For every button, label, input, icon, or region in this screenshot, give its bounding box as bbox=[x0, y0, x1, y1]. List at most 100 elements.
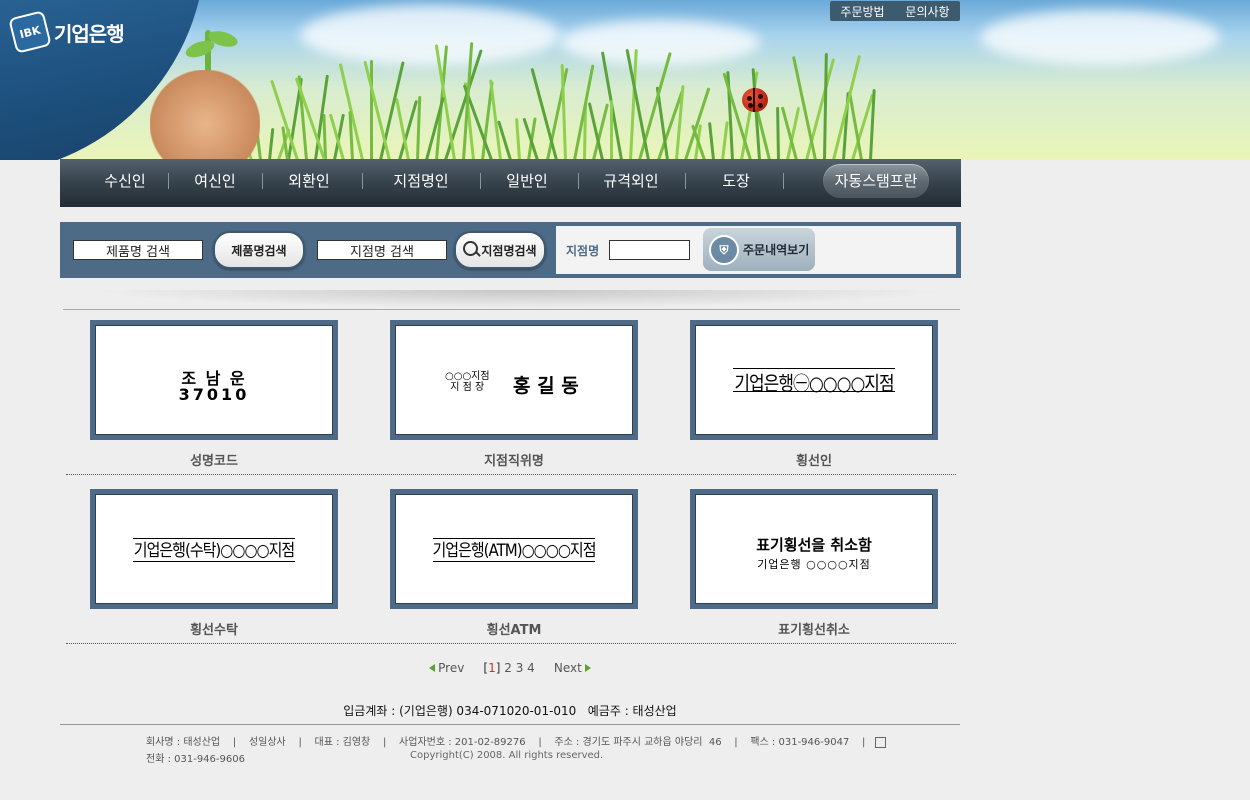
arrow-left-icon bbox=[429, 664, 436, 672]
branch-search-button[interactable]: 지점명검색 bbox=[454, 231, 546, 269]
branch-search-input[interactable] bbox=[317, 240, 447, 260]
prev-label: Prev bbox=[438, 661, 465, 675]
stamp-crossing-text: 기업은행(ATM)○○○○지점 bbox=[432, 539, 596, 561]
deposit-account-info: 입금계좌 : (기업은행) 034-071020-01-010 예금주 : 태성… bbox=[343, 704, 677, 718]
next-label: Next bbox=[553, 661, 582, 675]
product-card[interactable]: ○○○지점 지 점 장 홍 길 동 bbox=[390, 320, 638, 440]
order-method-link[interactable]: 주문방법 bbox=[840, 3, 884, 20]
grass-blade bbox=[268, 128, 275, 160]
nav-item-2[interactable]: 외환인 bbox=[280, 159, 338, 207]
page-links[interactable]: 2 3 4 bbox=[504, 661, 535, 675]
nav-separator bbox=[168, 173, 169, 189]
inquiry-link[interactable]: 문의사항 bbox=[905, 3, 949, 20]
branch-search-button-label: 지점명검색 bbox=[481, 243, 537, 258]
grass-blade bbox=[379, 61, 405, 160]
stamp-preview: 기업은행㊀○○○○지점 bbox=[695, 325, 933, 435]
nav-item-4[interactable]: 일반인 bbox=[498, 159, 556, 207]
product-label[interactable]: 횡선인 bbox=[690, 450, 938, 469]
product-card[interactable]: 기업은행㊀○○○○지점 bbox=[690, 320, 938, 440]
grass-blade bbox=[721, 121, 729, 160]
shield-icon: ⛨ bbox=[709, 234, 739, 265]
stamp-code: 37010 bbox=[178, 385, 250, 404]
grass-blade bbox=[515, 117, 521, 160]
stamp-preview: 조 남 운 37010 bbox=[95, 325, 333, 435]
grass-blade bbox=[610, 100, 613, 160]
grass-blade bbox=[489, 79, 502, 160]
nav-item-5[interactable]: 규격외인 bbox=[596, 159, 666, 207]
stamp-cancel-branch: 기업은행 ○○○○지점 bbox=[757, 558, 871, 571]
product-search-button[interactable]: 제품명검색 bbox=[213, 231, 305, 269]
arrow-right-icon bbox=[584, 664, 591, 672]
branch-name-input[interactable] bbox=[609, 240, 690, 260]
magnifier-icon bbox=[463, 240, 479, 256]
product-card[interactable]: 표기횡선을 취소함 기업은행 ○○○○지점 bbox=[690, 489, 938, 609]
product-label[interactable]: 지점직위명 bbox=[390, 450, 638, 469]
grass-blade bbox=[370, 60, 373, 160]
grass-blade bbox=[776, 106, 780, 160]
product-label[interactable]: 횡선ATM bbox=[390, 619, 638, 638]
prev-button[interactable]: Prev bbox=[429, 661, 468, 675]
row-divider bbox=[66, 643, 956, 644]
main-nav: 수신인 여신인 외환인 지점명인 일반인 규격외인 도장 자동스탬프란 bbox=[60, 159, 961, 207]
grass-blade bbox=[675, 85, 685, 160]
bank-logo[interactable]: IBK 기업은행 bbox=[8, 10, 125, 54]
cloud bbox=[560, 20, 760, 65]
nav-auto-stamp-button[interactable]: 자동스탬프란 bbox=[823, 164, 929, 198]
current-page[interactable]: 1 bbox=[488, 661, 496, 675]
nav-item-6[interactable]: 도장 bbox=[708, 159, 764, 207]
top-links: 주문방법 문의사항 bbox=[830, 1, 960, 21]
grass-blade bbox=[823, 52, 828, 160]
grass-blade bbox=[791, 56, 817, 160]
nav-separator bbox=[362, 173, 363, 189]
grass-blade bbox=[416, 95, 422, 160]
stamp-person-name: 홍 길 동 bbox=[513, 375, 579, 397]
row-divider bbox=[66, 474, 956, 475]
nav-item-0[interactable]: 수신인 bbox=[96, 159, 154, 207]
logo-text: 기업은행 bbox=[54, 21, 125, 46]
stamp-preview: 기업은행(수탁)○○○○지점 bbox=[95, 494, 333, 604]
grass-blade bbox=[363, 60, 391, 160]
product-search-button-label: 제품명검색 bbox=[231, 243, 287, 258]
product-card[interactable]: 기업은행(ATM)○○○○지점 bbox=[390, 489, 638, 609]
next-button[interactable]: Next bbox=[554, 661, 591, 675]
print-icon[interactable] bbox=[874, 736, 886, 748]
order-history-label: 주문내역보기 bbox=[743, 243, 810, 257]
company-info-text: 회사명 : 태성산업 | 성일상사 | 대표 : 김영창 | 사업자번호 : 2… bbox=[146, 737, 866, 748]
nav-item-3[interactable]: 지점명인 bbox=[386, 159, 456, 207]
hands-illustration bbox=[150, 70, 260, 160]
product-label[interactable]: 표기횡선취소 bbox=[690, 619, 938, 638]
nav-separator bbox=[262, 173, 263, 189]
product-label[interactable]: 횡선수탁 bbox=[90, 619, 338, 638]
stamp-preview: ○○○지점 지 점 장 홍 길 동 bbox=[395, 325, 633, 435]
nav-separator bbox=[685, 173, 686, 189]
header-banner: IBK 기업은행 주문방법 문의사항 bbox=[0, 0, 1250, 160]
divider-shadow bbox=[90, 290, 950, 308]
order-history-button[interactable]: ⛨ 주문내역보기 bbox=[703, 228, 815, 271]
stamp-preview: 기업은행(ATM)○○○○지점 bbox=[395, 494, 633, 604]
stamp-branch: ○○○지점 bbox=[445, 371, 490, 382]
product-card[interactable]: 기업은행(수탁)○○○○지점 bbox=[90, 489, 338, 609]
nav-item-1[interactable]: 여신인 bbox=[186, 159, 244, 207]
stamp-title: 지 점 장 bbox=[450, 382, 485, 393]
nav-separator bbox=[578, 173, 579, 189]
grass-blade bbox=[805, 58, 836, 160]
cloud bbox=[980, 10, 1220, 65]
divider-line bbox=[63, 309, 960, 310]
pagination: Prev [1] 2 3 4 Next bbox=[0, 661, 1020, 675]
branch-name-label: 지점명 bbox=[566, 244, 600, 258]
copyright: Copyright(C) 2008. All rights reserved. bbox=[410, 750, 604, 761]
stamp-preview: 표기횡선을 취소함 기업은행 ○○○○지점 bbox=[695, 494, 933, 604]
grass-blade bbox=[708, 122, 715, 160]
stamp-crossing-text: 기업은행(수탁)○○○○지점 bbox=[133, 539, 295, 561]
ladybug-illustration bbox=[742, 88, 768, 112]
ibk-logo-icon: IBK bbox=[8, 10, 52, 54]
nav-separator bbox=[783, 173, 784, 189]
stamp-cancel-title: 표기횡선을 취소함 bbox=[756, 536, 872, 554]
product-card[interactable]: 조 남 운 37010 bbox=[90, 320, 338, 440]
product-search-input[interactable] bbox=[73, 240, 203, 260]
product-label[interactable]: 성명코드 bbox=[90, 450, 338, 469]
cloud bbox=[300, 5, 560, 65]
footer-divider bbox=[60, 724, 960, 725]
company-info: 회사명 : 태성산업 | 성일상사 | 대표 : 김영창 | 사업자번호 : 2… bbox=[146, 733, 886, 748]
phone-info: 전화 : 031-946-9606 bbox=[146, 754, 245, 765]
